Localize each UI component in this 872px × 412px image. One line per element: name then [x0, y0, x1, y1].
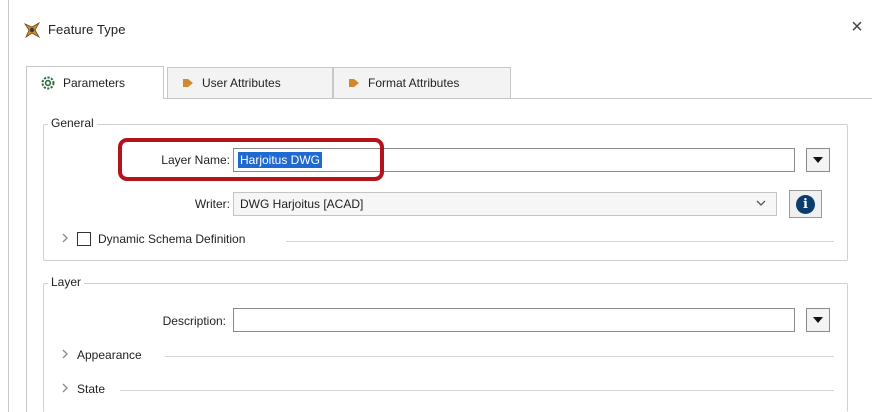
tab-format-attributes-label: Format Attributes — [368, 76, 460, 90]
tab-parameters[interactable]: Parameters — [26, 66, 164, 99]
description-dropdown-button[interactable] — [806, 308, 830, 332]
arrow-right-icon — [182, 77, 194, 89]
appearance-divider — [165, 356, 834, 357]
gear-icon — [41, 76, 55, 90]
state-divider — [120, 390, 834, 391]
chevron-right-icon — [62, 349, 69, 362]
writer-info-button[interactable]: i — [789, 190, 822, 218]
window-title: Feature Type — [48, 22, 126, 37]
arrow-right-icon — [348, 77, 360, 89]
triangle-down-icon — [813, 157, 823, 163]
layer-name-value: Harjoitus DWG — [238, 152, 323, 168]
chevron-right-icon — [62, 383, 69, 396]
triangle-down-icon — [813, 317, 823, 323]
dynamic-schema-divider — [286, 241, 834, 242]
close-button[interactable]: × — [846, 16, 868, 40]
title-bar: Feature Type × — [0, 0, 872, 56]
tab-parameters-label: Parameters — [63, 76, 126, 90]
writer-combobox[interactable]: DWG Harjoitus [ACAD] — [233, 192, 777, 216]
feature-type-dialog: Feature Type × Parameters User Attribute… — [0, 0, 872, 412]
appearance-label: Appearance — [77, 348, 142, 362]
tab-user-attributes-label: User Attributes — [202, 76, 281, 90]
dynamic-schema-checkbox[interactable] — [77, 232, 91, 246]
layer-name-input[interactable]: Harjoitus DWG — [233, 148, 795, 172]
chevron-down-icon — [756, 198, 766, 210]
writer-label: Writer: — [194, 197, 230, 211]
state-expander[interactable]: State — [62, 382, 105, 396]
layer-name-label: Layer Name: — [161, 153, 230, 167]
layer-name-dropdown-button[interactable] — [806, 148, 830, 172]
window-left-border — [8, 0, 9, 412]
dynamic-schema-expander[interactable]: Dynamic Schema Definition — [62, 232, 245, 246]
dynamic-schema-label: Dynamic Schema Definition — [98, 232, 246, 246]
tab-user-attributes[interactable]: User Attributes — [167, 67, 333, 98]
description-label: Description: — [162, 314, 226, 328]
info-icon: i — [796, 194, 815, 214]
description-input[interactable] — [233, 308, 795, 332]
layer-group — [43, 283, 848, 412]
layer-group-title: Layer — [48, 275, 85, 289]
general-group-title: General — [48, 116, 97, 130]
state-label: State — [77, 382, 106, 396]
appearance-expander[interactable]: Appearance — [62, 348, 142, 362]
chevron-right-icon — [62, 233, 69, 246]
tab-format-attributes[interactable]: Format Attributes — [333, 67, 511, 98]
writer-value: DWG Harjoitus [ACAD] — [240, 197, 364, 211]
feature-type-icon — [23, 21, 41, 39]
